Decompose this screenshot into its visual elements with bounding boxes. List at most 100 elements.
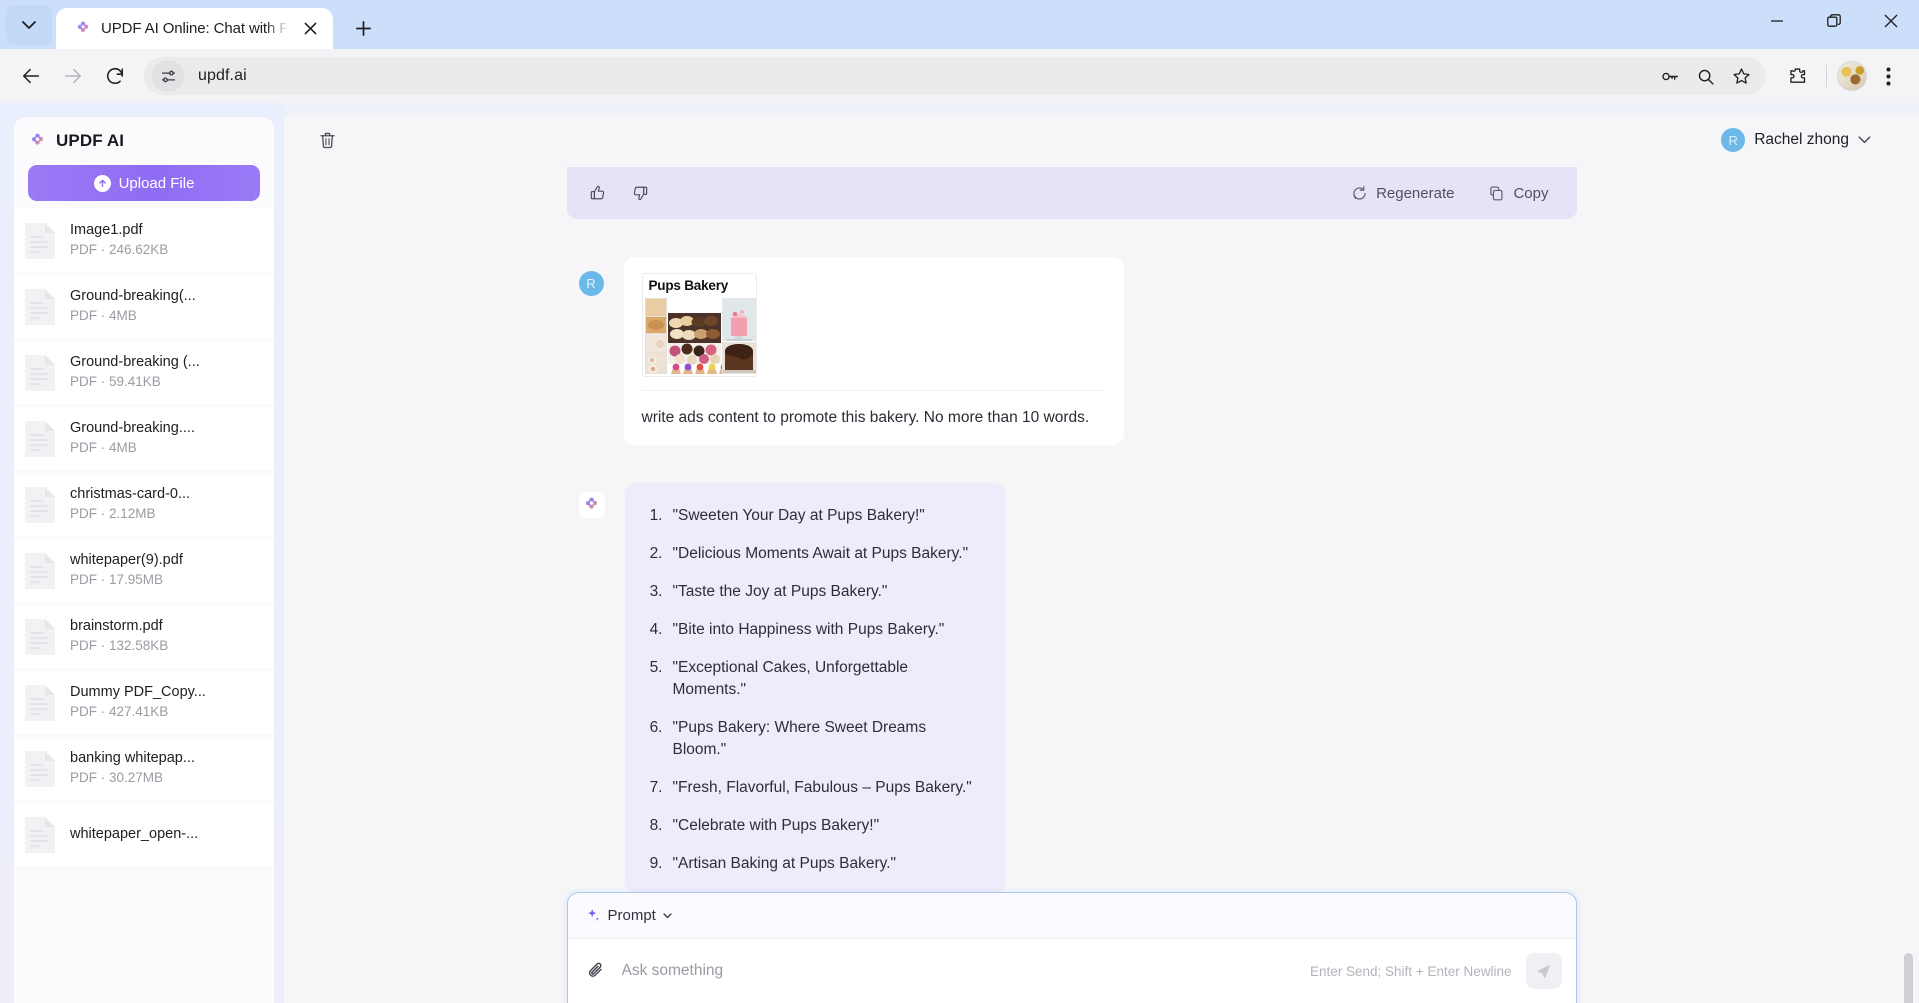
extensions-puzzle-icon[interactable] <box>1778 57 1816 95</box>
file-name: Image1.pdf <box>70 222 143 238</box>
reload-button[interactable] <box>96 57 134 95</box>
updf-logo-icon <box>74 20 92 38</box>
paperclip-icon[interactable] <box>584 959 608 983</box>
profile-avatar[interactable] <box>1837 61 1867 91</box>
prompt-selector[interactable]: Prompt <box>586 907 672 924</box>
file-list-item[interactable]: brainstorm.pdf PDF · 132.58KB <box>14 605 274 671</box>
file-list-item[interactable]: Dummy PDF_Copy... PDF · 427.41KB <box>14 671 274 737</box>
password-key-icon[interactable] <box>1652 59 1686 93</box>
back-button[interactable] <box>12 57 50 95</box>
file-list-item[interactable]: Image1.pdf PDF · 246.62KB <box>14 209 274 275</box>
file-list: Image1.pdf PDF · 246.62KB Ground-breaking(… <box>14 209 274 1003</box>
send-button[interactable] <box>1525 953 1562 989</box>
window-close-button[interactable] <box>1862 0 1919 42</box>
pdf-file-icon <box>22 286 58 328</box>
regenerate-label: Regenerate <box>1376 184 1455 202</box>
copy-button[interactable]: Copy <box>1488 184 1549 202</box>
list-text: "Delicious Moments Await at Pups Bakery.… <box>672 545 969 562</box>
chevron-down-icon <box>663 912 672 918</box>
file-list-item[interactable]: Ground-breaking.... PDF · 4MB <box>14 407 274 473</box>
file-meta: Image1.pdf PDF · 246.62KB <box>70 221 264 260</box>
ask-something-input[interactable] <box>621 962 1296 980</box>
tab-close-button[interactable] <box>297 16 323 42</box>
zoom-search-icon[interactable] <box>1688 59 1722 93</box>
main-toolbar: R Rachel zhong <box>284 113 1919 167</box>
file-list-item[interactable]: banking whitepap... PDF · 30.27MB <box>14 737 274 803</box>
sidebar: UPDF AI Upload File Image1.pdf PDF · 246.… <box>0 103 284 1003</box>
user-menu[interactable]: R Rachel zhong <box>1721 128 1897 152</box>
regenerate-icon <box>1353 185 1366 200</box>
ai-list-item: 1. "Sweeten Your Day at Pups Bakery!" <box>647 497 983 535</box>
pdf-file-icon <box>22 682 58 724</box>
user-message-text: write ads content to promote this bakery… <box>641 409 1090 426</box>
file-size: PDF · 427.41KB <box>70 704 169 719</box>
browser-tab[interactable]: UPDF AI Online: Chat with PDF <box>56 8 333 49</box>
ai-list-item: 8. "Celebrate with Pups Bakery!" <box>647 807 983 845</box>
pdf-file-icon <box>22 220 58 262</box>
pdf-file-icon <box>22 550 58 592</box>
composer-area: Prompt Enter Send; S <box>284 892 1919 1003</box>
send-icon <box>1537 964 1550 979</box>
file-size: PDF · 30.27MB <box>70 770 164 785</box>
minimize-icon <box>1770 20 1783 22</box>
file-meta: Ground-breaking.... PDF · 4MB <box>70 419 264 458</box>
copy-label: Copy <box>1513 184 1549 202</box>
file-name: whitepaper_open-... <box>70 826 199 842</box>
minimize-button[interactable] <box>1748 0 1805 42</box>
forward-button[interactable] <box>54 57 92 95</box>
bookmark-star-icon[interactable] <box>1724 59 1758 93</box>
upload-file-label: Upload File <box>118 174 195 192</box>
new-tab-button[interactable] <box>345 10 381 46</box>
copy-icon <box>1490 185 1504 200</box>
list-text: "Pups Bakery: Where Sweet Dreams Bloom." <box>672 719 927 758</box>
site-settings-icon[interactable] <box>152 60 184 92</box>
ai-message-bubble: 1. "Sweeten Your Day at Pups Bakery!" 2. "D… <box>624 483 1005 893</box>
chat-scrollbar[interactable] <box>1903 167 1914 1003</box>
file-list-item[interactable]: Ground-breaking(... PDF · 4MB <box>14 275 274 341</box>
list-text: "Bite into Happiness with Pups Bakery." <box>672 621 945 638</box>
avatar: R <box>578 271 604 296</box>
file-size: PDF · 59.41KB <box>70 374 161 389</box>
ai-list-item: 6. "Pups Bakery: Where Sweet Dreams Bloom… <box>647 709 983 769</box>
attachment-thumbnail[interactable]: Pups Bakery <box>641 273 757 377</box>
file-size: PDF · 2.12MB <box>70 506 156 521</box>
ai-list-item: 5. "Exceptional Cakes, Unforgettable Mome… <box>647 649 983 709</box>
file-meta: christmas-card-0... PDF · 2.12MB <box>70 485 264 524</box>
file-meta: whitepaper_open-... <box>70 825 264 844</box>
tab-search-button[interactable] <box>6 5 52 45</box>
regenerate-button[interactable]: Regenerate <box>1351 185 1454 202</box>
file-list-item[interactable]: whitepaper_open-... <box>14 803 274 869</box>
list-number: 2. <box>649 545 663 562</box>
sidebar-header: UPDF AI Upload File <box>14 117 274 209</box>
trash-icon[interactable] <box>312 125 342 155</box>
list-number: 7. <box>649 779 663 796</box>
pdf-file-icon <box>22 616 58 658</box>
file-name: banking whitepap... <box>70 750 195 766</box>
omnibox-actions <box>1652 59 1758 93</box>
thumbs-up-icon[interactable] <box>589 184 607 202</box>
file-meta: Ground-breaking(... PDF · 4MB <box>70 287 264 326</box>
tab-title: UPDF AI Online: Chat with PDF <box>101 20 288 37</box>
file-list-item[interactable]: Ground-breaking (... PDF · 59.41KB <box>14 341 274 407</box>
list-number: 5. <box>649 659 663 676</box>
composer-input-row: Enter Send; Shift + Enter Newline <box>567 939 1576 1003</box>
thumbs-down-icon[interactable] <box>631 184 649 202</box>
ai-avatar-icon <box>578 492 605 518</box>
user-name: Rachel zhong <box>1754 131 1849 148</box>
window-controls <box>1748 0 1919 42</box>
file-meta: brainstorm.pdf PDF · 132.58KB <box>70 617 264 656</box>
upload-file-button[interactable]: Upload File <box>28 165 260 201</box>
list-number: 6. <box>649 719 663 736</box>
list-number: 4. <box>649 621 663 638</box>
address-bar[interactable]: updf.ai <box>144 57 1766 95</box>
file-list-item[interactable]: whitepaper(9).pdf PDF · 17.95MB <box>14 539 274 605</box>
user-message-bubble: Pups Bakery write ads content to promote… <box>623 257 1124 445</box>
list-text: "Taste the Joy at Pups Bakery." <box>672 583 888 600</box>
close-icon <box>304 22 316 35</box>
file-list-item[interactable]: christmas-card-0... PDF · 2.12MB <box>14 473 274 539</box>
maximize-button[interactable] <box>1805 0 1862 42</box>
main-panel: R Rachel zhong Regenerate Copy R Pups Ba… <box>284 113 1919 1003</box>
three-dot-menu-icon[interactable] <box>1869 57 1907 95</box>
tab-strip: UPDF AI Online: Chat with PDF <box>0 0 1919 49</box>
chat-scroll-area[interactable]: Regenerate Copy R Pups Bakery write ads … <box>284 167 1919 1003</box>
